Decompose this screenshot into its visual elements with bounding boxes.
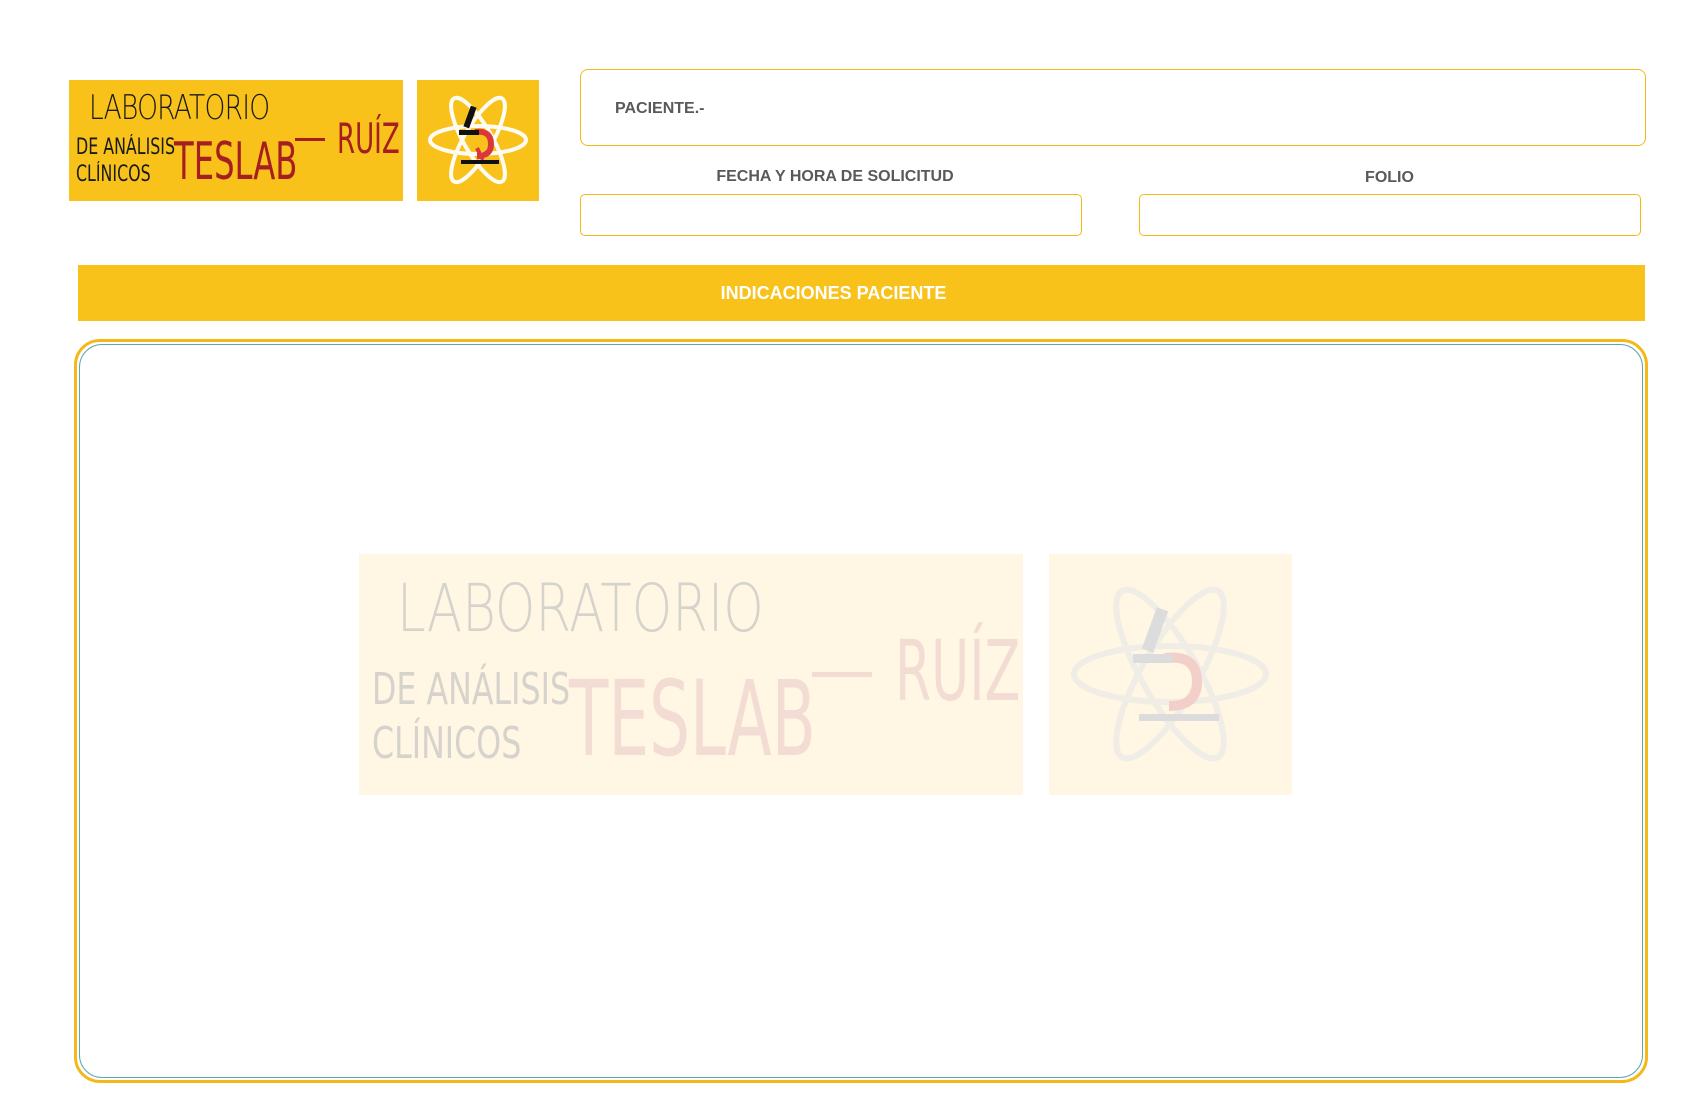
watermark-logo-text: LABORATORIO DE ANÁLISIS CLÍNICOS TESLAB … <box>359 554 1023 795</box>
watermark-dash <box>812 672 872 677</box>
logo-brand-ruiz: RUÍZ <box>337 114 400 163</box>
indications-banner-title: INDICACIONES PACIENTE <box>720 283 947 303</box>
watermark-line-laboratorio: LABORATORIO <box>397 570 764 647</box>
watermark-brand-teslab: TESLAB <box>569 658 816 780</box>
folio-field[interactable] <box>1139 194 1641 236</box>
indications-banner: INDICACIONES PACIENTE <box>78 265 1645 321</box>
microscope-atom-icon <box>428 95 528 185</box>
microscope-atom-watermark-icon <box>1071 586 1269 762</box>
patient-label: PACIENTE.- <box>615 100 705 117</box>
lab-logo-text: LABORATORIO DE ANÁLISIS CLÍNICOS TESLAB … <box>69 80 403 201</box>
request-datetime-label: FECHA Y HORA DE SOLICITUD <box>716 168 954 185</box>
logo-line-laboratorio: LABORATORIO <box>89 88 270 128</box>
watermark-brand-ruiz: RUÍZ <box>895 622 1021 720</box>
watermark-icon-panel <box>1049 554 1292 795</box>
lab-logo-icon-panel <box>417 80 539 201</box>
logo-line-clinicos: CLÍNICOS <box>76 162 151 187</box>
watermark-line-clinicos: CLÍNICOS <box>372 718 522 769</box>
watermark-line-analisis: DE ANÁLISIS <box>372 664 571 715</box>
logo-line-analisis: DE ANÁLISIS <box>76 135 176 160</box>
folio-label: FOLIO <box>1365 169 1414 186</box>
logo-dash <box>295 138 325 141</box>
request-datetime-field[interactable] <box>580 194 1082 236</box>
logo-brand-teslab: TESLAB <box>174 132 298 192</box>
patient-field[interactable]: PACIENTE.- <box>580 69 1646 146</box>
